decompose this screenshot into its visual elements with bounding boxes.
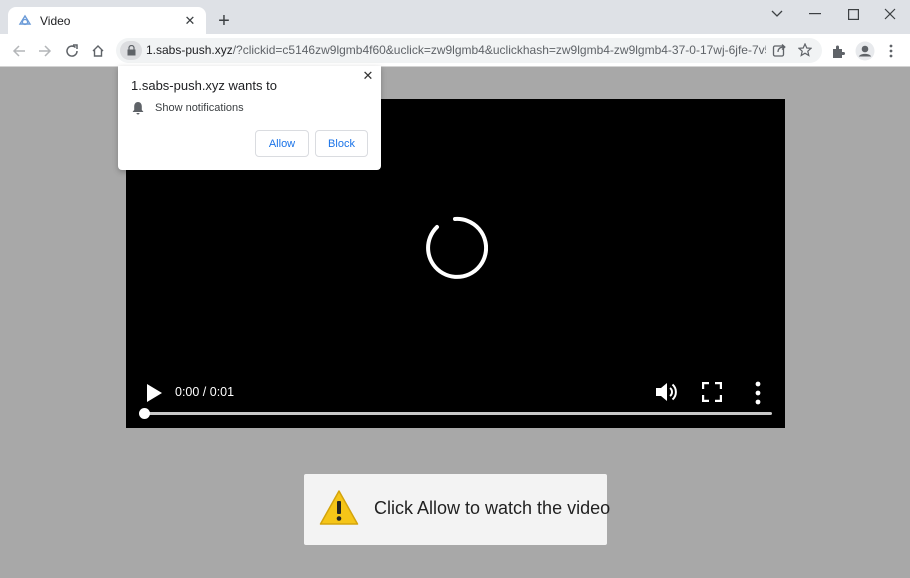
fullscreen-icon[interactable]	[702, 382, 722, 402]
maximize-icon[interactable]	[834, 0, 872, 28]
url-path: /?clickid=c5146zw9lgmb4f60&uclick=zw9lgm…	[232, 43, 766, 57]
video-progress-track[interactable]	[144, 412, 772, 415]
video-more-icon[interactable]	[752, 381, 764, 405]
tab-search-icon[interactable]	[758, 0, 796, 28]
bell-icon	[132, 102, 144, 115]
url-host: 1.sabs-push.xyz	[146, 43, 233, 57]
lock-icon[interactable]	[120, 41, 142, 60]
browser-toolbar: 1.sabs-push.xyz/?clickid=c5146zw9lgmb4f6…	[0, 34, 910, 67]
video-time: 0:00 / 0:01	[175, 385, 235, 399]
allow-button[interactable]: Allow	[255, 130, 309, 157]
favicon-icon	[18, 14, 32, 28]
warning-banner: Click Allow to watch the video	[304, 474, 611, 545]
close-window-icon[interactable]	[871, 0, 909, 28]
url-text[interactable]: 1.sabs-push.xyz/?clickid=c5146zw9lgmb4f6…	[146, 43, 766, 57]
banner-text: Click Allow to watch the video	[374, 498, 611, 518]
video-progress-knob[interactable]	[139, 408, 150, 419]
play-icon[interactable]	[144, 382, 164, 404]
back-icon[interactable]	[8, 40, 30, 62]
minimize-icon[interactable]	[796, 0, 834, 28]
volume-icon[interactable]	[654, 380, 680, 404]
warning-icon	[319, 490, 359, 525]
profile-avatar-icon[interactable]	[854, 40, 876, 62]
share-icon[interactable]	[768, 39, 790, 61]
tab-video[interactable]: Video ✕	[8, 7, 206, 34]
loading-spinner-icon	[426, 216, 488, 279]
home-icon[interactable]	[87, 40, 109, 62]
address-bar[interactable]: 1.sabs-push.xyz/?clickid=c5146zw9lgmb4f6…	[116, 38, 822, 63]
tab-strip: Video ✕ +	[0, 0, 910, 34]
forward-icon[interactable]	[34, 40, 56, 62]
bookmark-star-icon[interactable]	[794, 39, 816, 61]
new-tab-icon[interactable]: +	[214, 11, 234, 31]
menu-kebab-icon[interactable]	[880, 40, 902, 62]
reload-icon[interactable]	[61, 40, 83, 62]
popup-close-icon[interactable]: ✕	[361, 68, 375, 83]
popup-title: 1.sabs-push.xyz wants to	[131, 78, 277, 93]
popup-permission-text: Show notifications	[155, 102, 244, 114]
tab-title: Video	[40, 13, 71, 28]
block-button[interactable]: Block	[315, 130, 368, 157]
notification-permission-popup: ✕ 1.sabs-push.xyz wants to Show notifica…	[118, 66, 381, 170]
tab-close-icon[interactable]: ✕	[182, 13, 198, 29]
extensions-icon[interactable]	[827, 40, 849, 62]
